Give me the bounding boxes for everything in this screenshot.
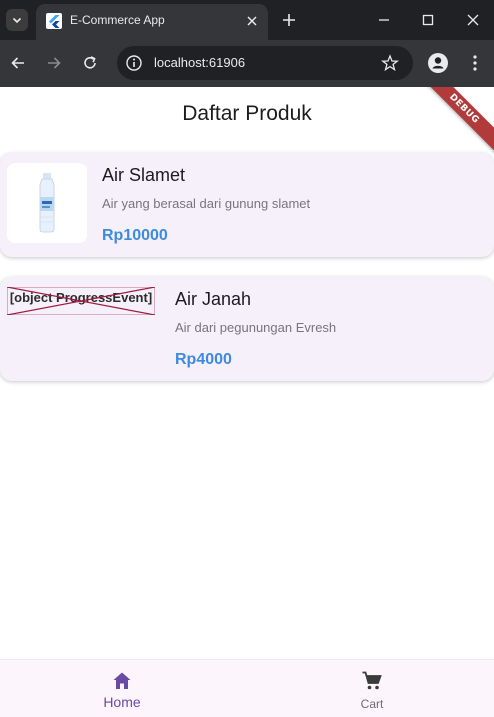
bottom-navigation-bar: Home Cart: [0, 659, 494, 717]
forward-arrow-icon[interactable]: [45, 54, 63, 72]
minimize-icon[interactable]: [377, 13, 391, 27]
bookmark-star-icon[interactable]: [381, 54, 399, 72]
product-name: Air Slamet: [102, 165, 186, 185]
more-vert-icon[interactable]: [467, 54, 483, 72]
nav-item-cart[interactable]: Cart: [322, 668, 422, 714]
profile-avatar[interactable]: [428, 53, 448, 73]
tab-title: E-Commerce App: [70, 13, 165, 27]
broken-image-cross-icon: [7, 287, 155, 315]
flutter-favicon-icon: [46, 13, 62, 29]
water-bottle-icon: [39, 173, 55, 233]
reload-icon[interactable]: [81, 54, 99, 72]
nav-item-home[interactable]: Home: [72, 668, 172, 714]
image-error-placeholder: [object ProgressEvent]: [7, 287, 155, 315]
product-price: Rp4000: [175, 351, 232, 368]
home-icon: [113, 672, 131, 689]
product-description: Air yang berasal dari gunung slamet: [102, 196, 311, 211]
back-arrow-icon[interactable]: [9, 54, 27, 72]
chevron-down-icon: [12, 17, 22, 24]
nav-label-cart: Cart: [360, 697, 384, 711]
window-close-icon[interactable]: [466, 13, 480, 27]
product-card[interactable]: Air Slamet Air yang berasal dari gunung …: [0, 153, 494, 257]
nav-label-home: Home: [103, 694, 141, 710]
browser-tab[interactable]: E-Commerce App: [36, 4, 268, 40]
product-name: Air Janah: [175, 289, 252, 309]
product-description: Air dari pegunungan Evresh: [175, 320, 337, 335]
product-price: Rp10000: [102, 227, 168, 244]
browser-tabstrip: E-Commerce App: [0, 0, 494, 40]
address-bar[interactable]: localhost:61906: [117, 46, 413, 80]
product-card[interactable]: [object ProgressEvent] Air Janah Air dar…: [0, 277, 494, 381]
tab-search-button[interactable]: [6, 9, 28, 31]
cart-icon: [362, 671, 382, 690]
maximize-icon[interactable]: [421, 13, 435, 27]
url-text: localhost:61906: [154, 55, 246, 70]
page-title: Daftar Produk: [182, 102, 312, 125]
site-info-icon[interactable]: [125, 54, 143, 72]
new-tab-plus-icon[interactable]: [281, 12, 297, 28]
browser-toolbar: localhost:61906: [0, 40, 494, 87]
product-image: [7, 163, 87, 243]
close-icon[interactable]: [245, 14, 259, 28]
app-viewport: Daftar Produk DEBUG Air Slamet Air yang …: [0, 87, 494, 717]
person-icon: [432, 57, 444, 69]
